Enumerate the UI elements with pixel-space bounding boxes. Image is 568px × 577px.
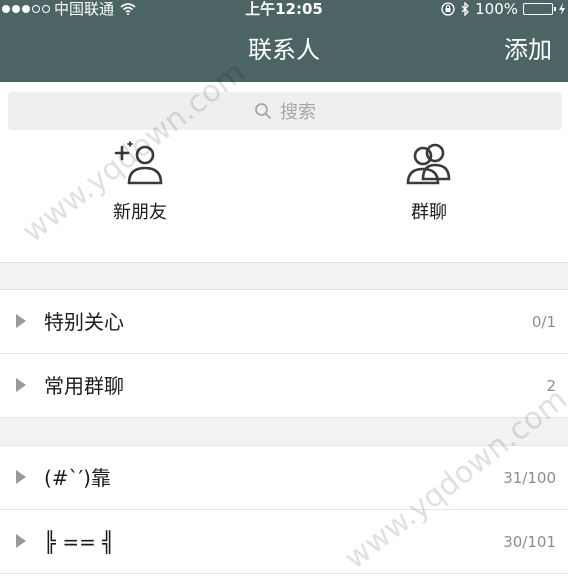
group-count: 31/100 (503, 469, 556, 487)
expand-arrow-icon (16, 378, 26, 392)
group-count: 30/101 (503, 533, 556, 551)
bluetooth-icon (461, 2, 470, 16)
group-chat-button[interactable]: 群聊 (354, 140, 504, 224)
group-row-special[interactable]: 特别关心 0/1 (0, 290, 568, 354)
shortcuts: 新朋友 群聊 (0, 140, 568, 260)
section-divider (0, 262, 568, 290)
group-count: 0/1 (531, 313, 556, 331)
add-button[interactable]: 添加 (504, 32, 552, 68)
search-input[interactable]: 搜索 (8, 92, 562, 130)
status-right: 100% (441, 0, 566, 18)
group-name: 常用群聊 (44, 374, 124, 398)
expand-arrow-icon (16, 470, 26, 484)
charging-icon (559, 3, 565, 15)
group-chat-label: 群聊 (411, 202, 447, 223)
top-bar: 中国联通 上午12:05 100% 联系人 添加 (0, 0, 568, 82)
expand-arrow-icon (16, 534, 26, 548)
search-placeholder: 搜索 (280, 102, 316, 123)
page-title: 联系人 (248, 36, 320, 64)
new-friends-button[interactable]: 新朋友 (65, 140, 215, 224)
expand-arrow-icon (16, 314, 26, 328)
group-row-custom-2[interactable]: ╠ == ╣ 30/101 (0, 510, 568, 574)
group-name: (#`′)靠 (44, 466, 111, 490)
group-row-common-chats[interactable]: 常用群聊 2 (0, 354, 568, 418)
section-divider (0, 417, 568, 446)
group-count: 2 (546, 377, 556, 395)
group-chat-icon (406, 143, 451, 185)
battery-icon (523, 3, 556, 15)
battery-percent: 100% (475, 0, 518, 18)
status-bar: 中国联通 上午12:05 100% (0, 0, 568, 18)
group-row-custom-1[interactable]: (#`′)靠 31/100 (0, 446, 568, 510)
search-icon (255, 103, 271, 119)
group-name: 特别关心 (44, 310, 124, 334)
group-name: ╠ == ╣ (44, 530, 115, 554)
new-friends-label: 新朋友 (113, 202, 167, 223)
orientation-lock-icon (441, 2, 455, 16)
add-friend-icon (114, 141, 163, 185)
